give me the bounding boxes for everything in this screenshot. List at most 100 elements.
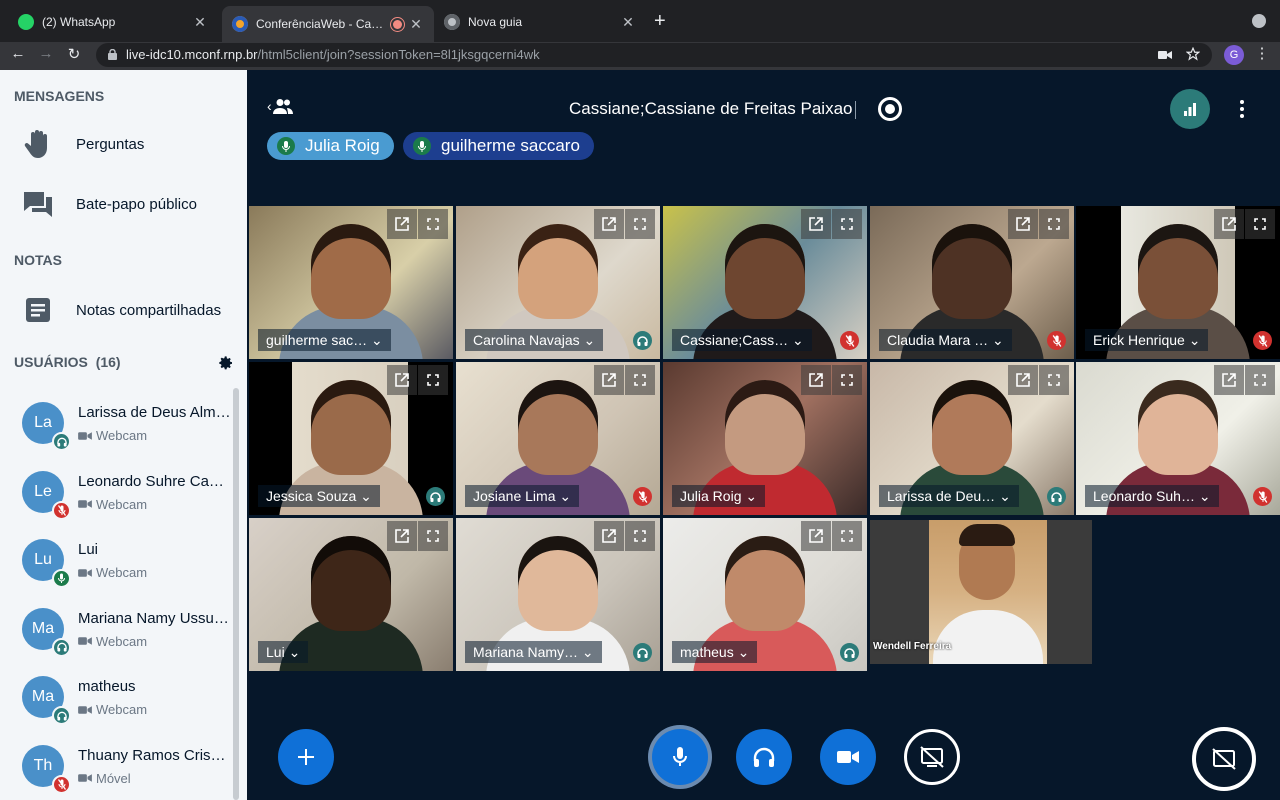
actions-plus-button[interactable] (278, 729, 334, 785)
fullscreen-icon[interactable] (418, 209, 448, 239)
video-tile[interactable]: Jessica Souza ⌄ (249, 362, 453, 515)
gear-icon[interactable] (218, 355, 234, 376)
connection-status-button[interactable] (1170, 89, 1210, 129)
video-tile[interactable]: guilherme sac… ⌄ (249, 206, 453, 359)
popout-video-icon[interactable] (387, 521, 417, 551)
mute-microphone-button[interactable] (652, 729, 708, 785)
video-tile[interactable]: Carolina Navajas ⌄ (456, 206, 660, 359)
popout-video-icon[interactable] (1214, 209, 1244, 239)
popout-video-icon[interactable] (1008, 209, 1038, 239)
video-name-label[interactable]: Julia Roig ⌄ (672, 485, 766, 507)
video-name-label[interactable]: Jessica Souza ⌄ (258, 485, 380, 507)
reload-icon[interactable]: ↻ (64, 45, 84, 63)
headphones-icon (1047, 487, 1066, 506)
user-status: Webcam (78, 565, 147, 580)
fullscreen-icon[interactable] (418, 365, 448, 395)
toggle-userlist-button[interactable]: ‹ (267, 98, 293, 114)
toggle-presentation-button[interactable] (1192, 727, 1256, 791)
bookmark-star-icon[interactable] (1186, 47, 1200, 61)
video-tile[interactable]: matheus ⌄ (663, 518, 867, 671)
video-name-label[interactable]: Lui ⌄ (258, 641, 309, 663)
chevron-down-icon: ⌄ (1188, 332, 1201, 348)
browser-menu-icon[interactable]: ⋮ (1252, 44, 1272, 62)
fullscreen-icon[interactable] (832, 209, 862, 239)
video-name-label[interactable]: Mariana Namy… ⌄ (465, 641, 602, 663)
video-name-label[interactable]: Josiane Lima ⌄ (465, 485, 580, 507)
video-tile[interactable]: Erick Henrique ⌄ (1076, 206, 1280, 359)
sidebar-item-questions[interactable]: Perguntas (22, 126, 144, 162)
back-arrow-icon[interactable]: ← (8, 45, 28, 62)
video-name-label[interactable]: matheus ⌄ (672, 641, 758, 663)
video-name-label[interactable]: Cassiane;Cass… ⌄ (672, 329, 812, 351)
fullscreen-icon[interactable] (625, 209, 655, 239)
tab-title: ConferênciaWeb - Cassiane (256, 17, 389, 31)
close-tab-icon[interactable]: ✕ (408, 16, 424, 33)
profile-avatar[interactable]: G (1224, 45, 1244, 65)
tab-whatsapp[interactable]: (2) WhatsApp ✕ (8, 6, 218, 38)
video-name-label[interactable]: Erick Henrique ⌄ (1085, 329, 1209, 351)
fullscreen-icon[interactable] (1039, 209, 1069, 239)
popout-video-icon[interactable] (594, 209, 624, 239)
video-person (311, 224, 391, 319)
user-name: Thuany Ramos Cris… (78, 746, 226, 764)
talking-indicator[interactable]: Julia Roig (267, 132, 394, 160)
fullscreen-icon[interactable] (1245, 209, 1275, 239)
sidebar-item-public-chat[interactable]: Bate-papo público (22, 186, 197, 222)
user-list-item[interactable]: Ma Mariana Namy Ussu… Webcam (0, 607, 232, 676)
fullscreen-icon[interactable] (625, 521, 655, 551)
user-list-item[interactable]: Ma matheus Webcam (0, 676, 232, 744)
user-list-scrollbar[interactable] (233, 388, 239, 800)
popout-video-icon[interactable] (387, 209, 417, 239)
tab-search-icon[interactable] (1252, 14, 1266, 28)
address-bar[interactable]: live-idc10.mconf.rnp.br/html5client/join… (96, 43, 1212, 67)
fullscreen-icon[interactable] (1039, 365, 1069, 395)
popout-video-icon[interactable] (1008, 365, 1038, 395)
share-webcam-button[interactable] (820, 729, 876, 785)
new-tab-button[interactable]: + (654, 10, 666, 33)
video-name-label[interactable]: Leonardo Suh… ⌄ (1085, 485, 1219, 507)
popout-video-icon[interactable] (801, 365, 831, 395)
popout-video-icon[interactable] (801, 521, 831, 551)
fullscreen-icon[interactable] (832, 365, 862, 395)
popout-video-icon[interactable] (1214, 365, 1244, 395)
audio-headphones-button[interactable] (736, 729, 792, 785)
close-tab-icon[interactable]: ✕ (192, 14, 208, 31)
close-tab-icon[interactable]: ✕ (620, 14, 636, 31)
forward-arrow-icon[interactable]: → (36, 45, 56, 62)
options-menu-button[interactable] (1237, 100, 1247, 118)
fullscreen-icon[interactable] (832, 521, 862, 551)
sidebar-item-shared-notes[interactable]: Notas compartilhadas (22, 292, 221, 328)
camera-in-use-icon[interactable] (1158, 49, 1172, 61)
video-tile[interactable]: Cassiane;Cass… ⌄ (663, 206, 867, 359)
user-list-item[interactable]: La Larissa de Deus Alm… Webcam (0, 402, 232, 470)
video-tile[interactable]: Josiane Lima ⌄ (456, 362, 660, 515)
talking-indicator[interactable]: guilherme saccaro (403, 132, 594, 160)
fullscreen-icon[interactable] (625, 365, 655, 395)
popout-video-icon[interactable] (387, 365, 417, 395)
video-name-label[interactable]: Larissa de Deu… ⌄ (879, 485, 1019, 507)
user-list-item[interactable]: Lu Lui Webcam (0, 539, 232, 607)
participant-name: matheus (680, 644, 734, 660)
fullscreen-icon[interactable] (1245, 365, 1275, 395)
muted-microphone-icon (1253, 331, 1272, 350)
tab-nova-guia[interactable]: Nova guia ✕ (434, 6, 646, 38)
video-tile[interactable]: Julia Roig ⌄ (663, 362, 867, 515)
user-list-item[interactable]: Th Thuany Ramos Cris… Móvel (0, 744, 232, 800)
video-tile[interactable]: Lui ⌄ (249, 518, 453, 671)
popout-video-icon[interactable] (594, 521, 624, 551)
video-name-label[interactable]: guilherme sac… ⌄ (258, 329, 391, 351)
recording-button[interactable] (878, 97, 902, 121)
video-name-label[interactable]: Claudia Mara … ⌄ (879, 329, 1012, 351)
user-list-item[interactable]: Le Leonardo Suhre Ca… Webcam (0, 470, 232, 539)
video-tile[interactable]: Larissa de Deu… ⌄ (870, 362, 1074, 515)
video-tile[interactable]: Claudia Mara … ⌄ (870, 206, 1074, 359)
video-tile[interactable]: Mariana Namy… ⌄ (456, 518, 660, 671)
share-screen-button[interactable] (904, 729, 960, 785)
fullscreen-icon[interactable] (418, 521, 448, 551)
participant-name: Claudia Mara … (887, 332, 989, 348)
popout-video-icon[interactable] (594, 365, 624, 395)
popout-video-icon[interactable] (801, 209, 831, 239)
video-tile[interactable]: Leonardo Suh… ⌄ (1076, 362, 1280, 515)
video-name-label[interactable]: Carolina Navajas ⌄ (465, 329, 604, 351)
tab-conferenciaweb[interactable]: ConferênciaWeb - Cassiane ✕ (222, 6, 434, 42)
